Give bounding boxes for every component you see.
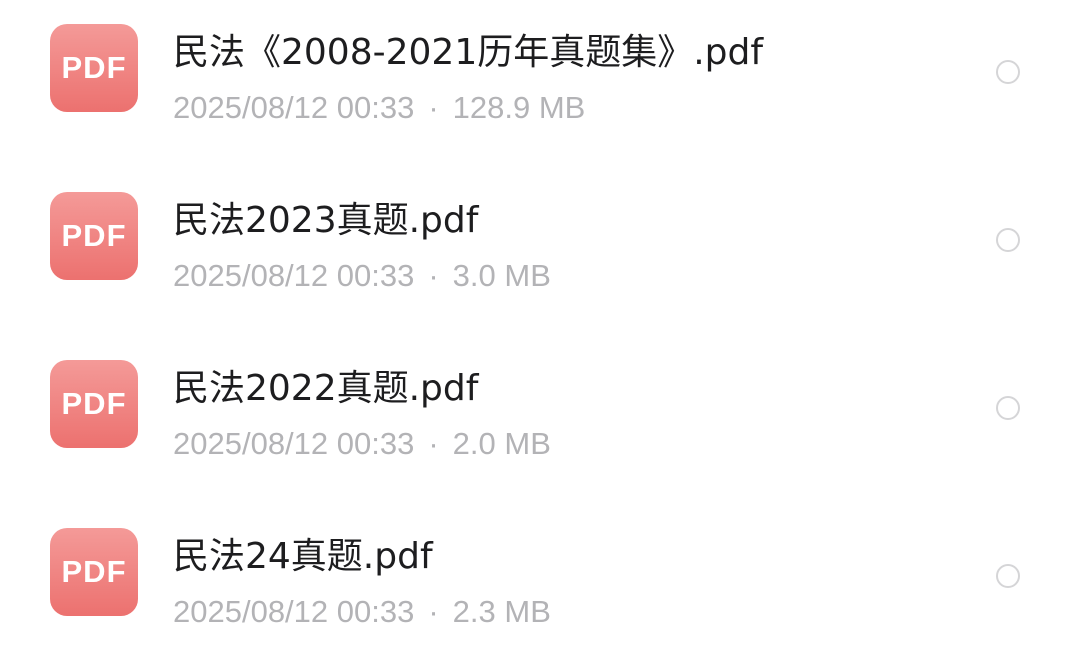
meta-separator: · bbox=[428, 426, 439, 461]
file-meta: 2025/08/12 00:33 · 2.3 MB bbox=[173, 592, 551, 632]
file-list: PDF 民法《2008-2021历年真题集》.pdf 2025/08/12 00… bbox=[0, 0, 1080, 650]
meta-separator: · bbox=[428, 90, 439, 125]
file-name: 民法2022真题.pdf bbox=[173, 368, 479, 409]
file-name: 民法24真题.pdf bbox=[173, 536, 433, 577]
file-meta: 2025/08/12 00:33 · 128.9 MB bbox=[173, 88, 585, 128]
file-row[interactable]: PDF 民法《2008-2021历年真题集》.pdf 2025/08/12 00… bbox=[0, 0, 1080, 168]
pdf-icon-label: PDF bbox=[61, 386, 127, 421]
file-size: 3.0 MB bbox=[452, 258, 551, 293]
pdf-icon-label: PDF bbox=[61, 218, 127, 253]
meta-separator: · bbox=[428, 258, 439, 293]
pdf-file-icon: PDF bbox=[50, 24, 138, 112]
file-date: 2025/08/12 00:33 bbox=[173, 594, 415, 629]
pdf-icon-label: PDF bbox=[61, 50, 127, 85]
file-meta: 2025/08/12 00:33 · 2.0 MB bbox=[173, 424, 551, 464]
file-date: 2025/08/12 00:33 bbox=[173, 258, 415, 293]
pdf-file-icon: PDF bbox=[50, 192, 138, 280]
select-radio-button[interactable] bbox=[996, 564, 1020, 588]
file-size: 2.0 MB bbox=[452, 426, 551, 461]
file-size: 128.9 MB bbox=[452, 90, 586, 125]
select-radio-button[interactable] bbox=[996, 60, 1020, 84]
file-name: 民法《2008-2021历年真题集》.pdf bbox=[173, 32, 764, 73]
pdf-file-icon: PDF bbox=[50, 360, 138, 448]
file-meta: 2025/08/12 00:33 · 3.0 MB bbox=[173, 256, 551, 296]
file-size: 2.3 MB bbox=[452, 594, 551, 629]
file-row[interactable]: PDF 民法24真题.pdf 2025/08/12 00:33 · 2.3 MB bbox=[0, 504, 1080, 672]
select-radio-button[interactable] bbox=[996, 228, 1020, 252]
meta-separator: · bbox=[428, 594, 439, 629]
file-row[interactable]: PDF 民法2022真题.pdf 2025/08/12 00:33 · 2.0 MB bbox=[0, 336, 1080, 504]
file-row[interactable]: PDF 民法2023真题.pdf 2025/08/12 00:33 · 3.0 MB bbox=[0, 168, 1080, 336]
file-name: 民法2023真题.pdf bbox=[173, 200, 479, 241]
file-date: 2025/08/12 00:33 bbox=[173, 90, 415, 125]
file-date: 2025/08/12 00:33 bbox=[173, 426, 415, 461]
select-radio-button[interactable] bbox=[996, 396, 1020, 420]
pdf-icon-label: PDF bbox=[61, 554, 127, 589]
pdf-file-icon: PDF bbox=[50, 528, 138, 616]
